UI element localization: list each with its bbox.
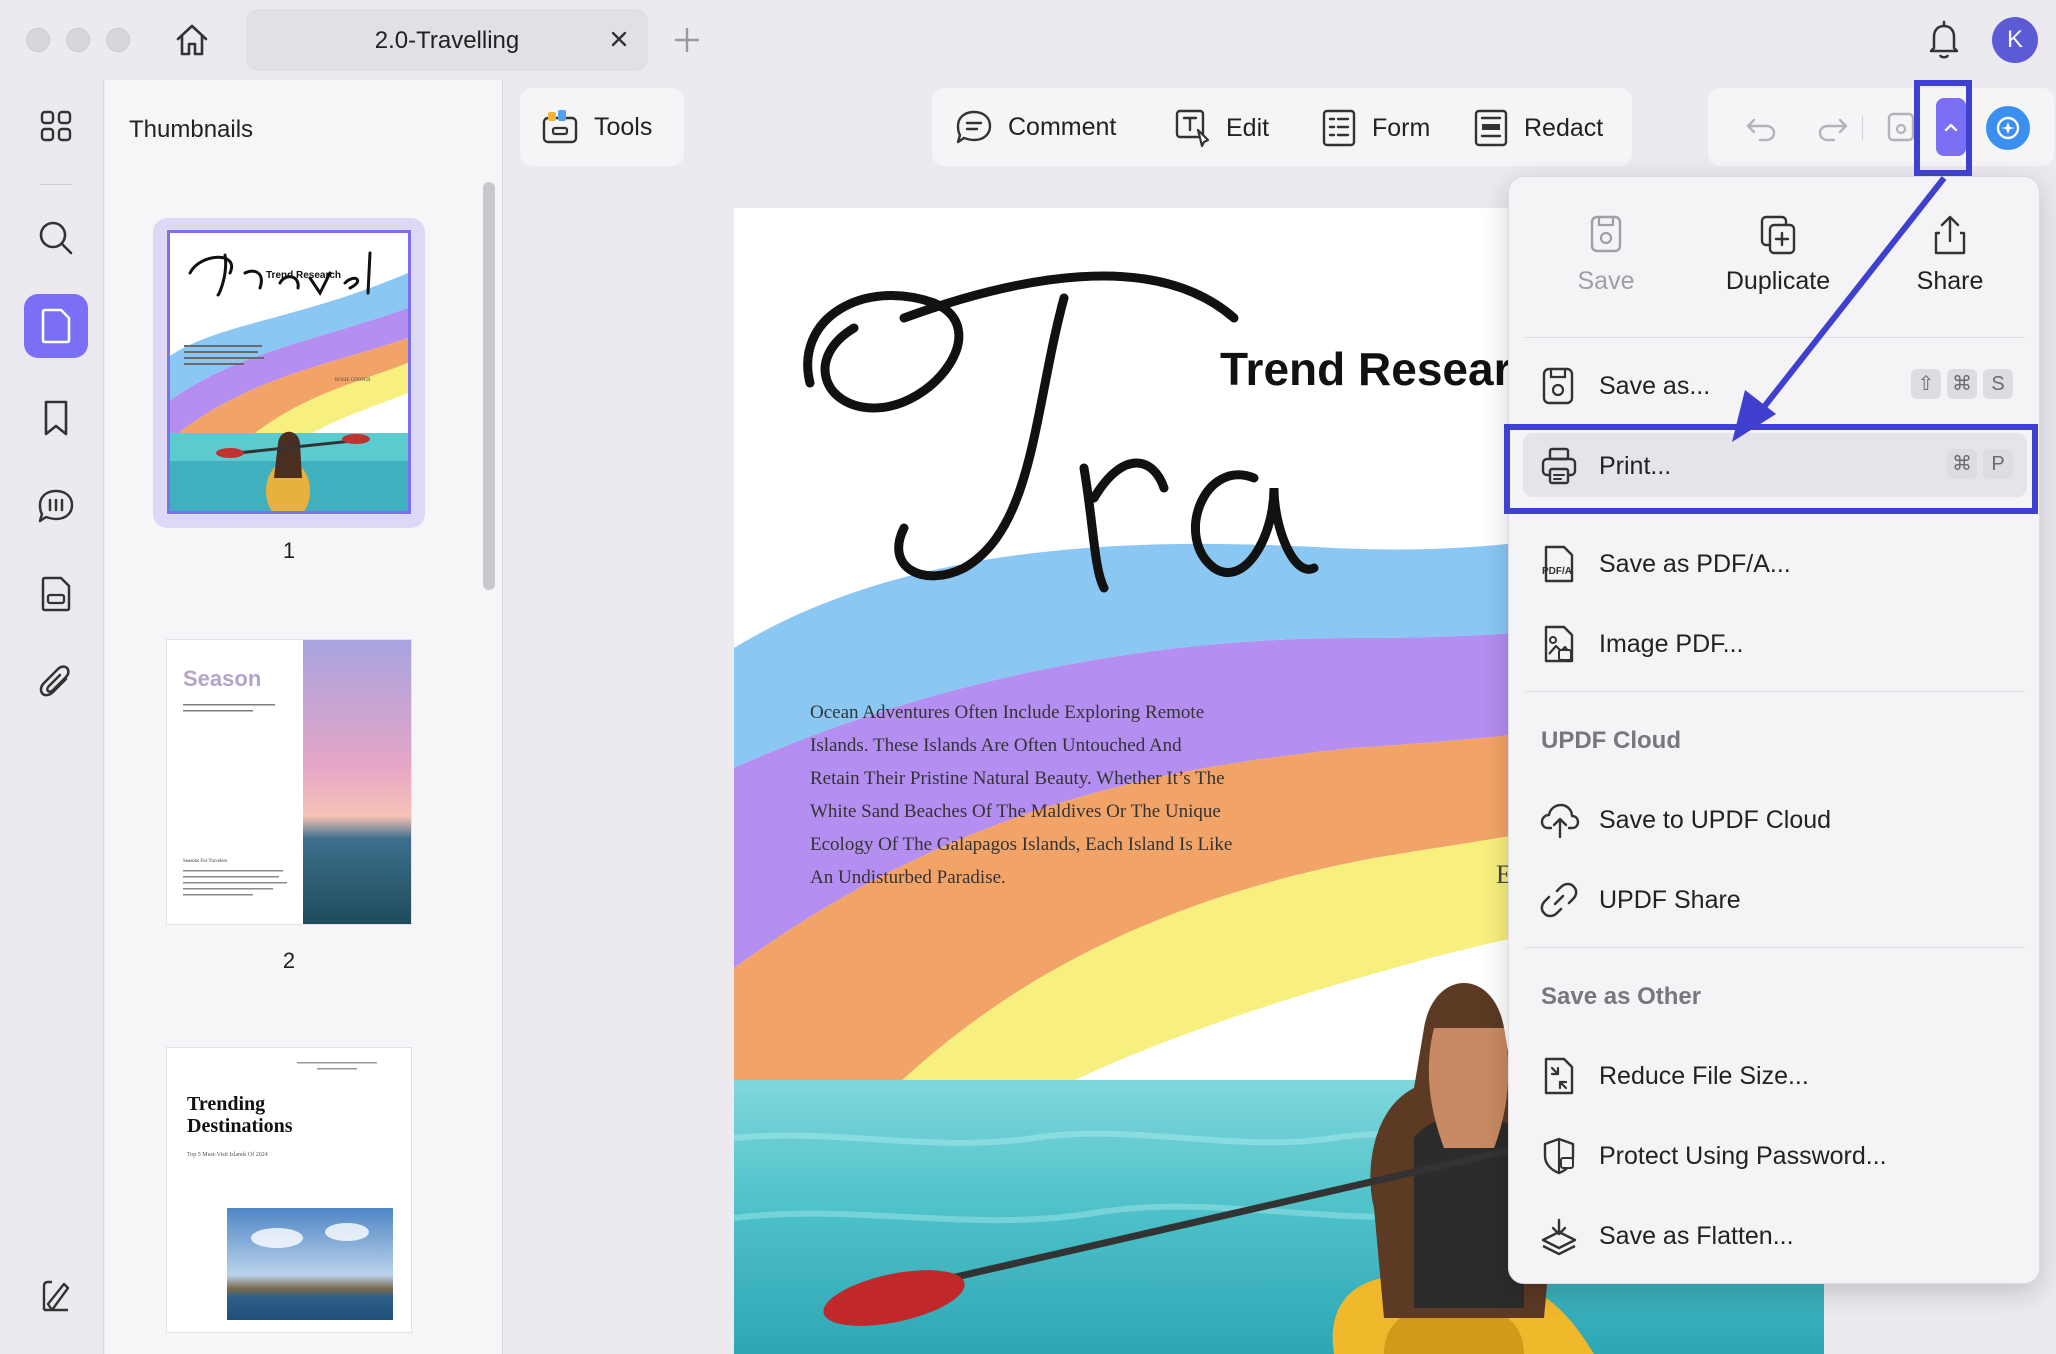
annotation-arrow xyxy=(1732,176,1947,442)
